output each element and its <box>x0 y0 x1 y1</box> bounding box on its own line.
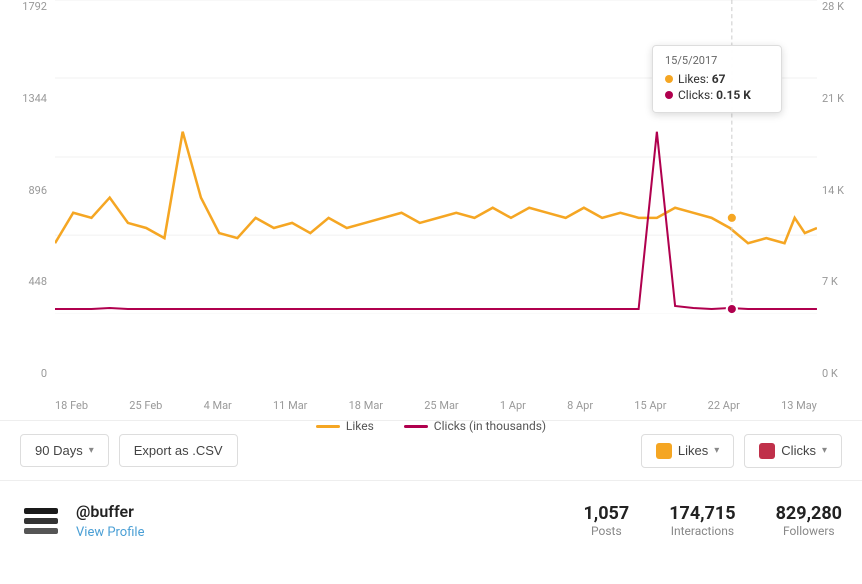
y-left-label-2: 896 <box>28 184 47 197</box>
x-label-7: 8 Apr <box>567 399 593 412</box>
days-filter-label: 90 Days <box>35 443 83 458</box>
likes-color-swatch <box>656 443 672 459</box>
x-label-5: 25 Mar <box>424 399 458 412</box>
x-label-4: 18 Mar <box>349 399 383 412</box>
y-right-label-4: 28 K <box>822 0 844 13</box>
controls-right: Likes ▾ Clicks ▾ <box>641 434 842 468</box>
clicks-chevron-icon: ▾ <box>822 445 827 456</box>
days-filter-button[interactable]: 90 Days ▾ <box>20 434 109 467</box>
chart-legend: Likes Clicks (in thousands) <box>0 414 862 438</box>
chart-container: 0 448 896 1344 1792 0 K 7 K 14 K 21 K 28… <box>0 0 862 420</box>
stat-posts-value: 1,057 <box>583 503 629 524</box>
x-label-6: 1 Apr <box>500 399 526 412</box>
days-chevron-icon: ▾ <box>89 445 94 456</box>
y-right-label-3: 21 K <box>822 92 844 105</box>
clicks-color-swatch <box>759 443 775 459</box>
legend-clicks-label: Clicks (in thousands) <box>434 419 546 433</box>
stat-followers-value: 829,280 <box>776 503 842 524</box>
stat-followers-label: Followers <box>776 524 842 538</box>
stat-interactions-value: 174,715 <box>669 503 735 524</box>
x-label-3: 11 Mar <box>273 399 307 412</box>
likes-filter-button[interactable]: Likes ▾ <box>641 434 734 468</box>
buffer-logo-icon <box>20 500 62 542</box>
y-right-label-0: 0 K <box>822 367 838 380</box>
controls-left: 90 Days ▾ Export as .CSV <box>20 434 631 467</box>
stat-posts-label: Posts <box>583 524 629 538</box>
profile-stats: 1,057 Posts 174,715 Interactions 829,280… <box>583 503 842 538</box>
x-label-1: 25 Feb <box>129 399 162 412</box>
x-label-8: 15 Apr <box>634 399 666 412</box>
y-axis-left: 0 448 896 1344 1792 <box>0 0 55 380</box>
likes-chevron-icon: ▾ <box>714 445 719 456</box>
x-label-10: 13 May <box>781 399 817 412</box>
profile-bar: @buffer View Profile 1,057 Posts 174,715… <box>0 480 862 560</box>
profile-info: @buffer View Profile <box>76 502 583 540</box>
x-label-2: 4 Mar <box>204 399 232 412</box>
y-axis-right: 0 K 7 K 14 K 21 K 28 K <box>817 0 862 380</box>
x-label-9: 22 Apr <box>708 399 740 412</box>
y-right-label-1: 7 K <box>822 275 838 288</box>
legend-clicks: Clicks (in thousands) <box>404 419 546 433</box>
y-left-label-3: 1344 <box>22 92 47 105</box>
stat-posts: 1,057 Posts <box>583 503 629 538</box>
y-left-label-1: 448 <box>28 275 47 288</box>
legend-likes: Likes <box>316 419 374 433</box>
clicks-filter-button[interactable]: Clicks ▾ <box>744 434 842 468</box>
view-profile-link[interactable]: View Profile <box>76 525 144 540</box>
export-csv-label: Export as .CSV <box>134 443 223 458</box>
legend-clicks-color <box>404 425 428 428</box>
profile-name: @buffer <box>76 502 583 521</box>
stat-followers: 829,280 Followers <box>776 503 842 538</box>
y-left-label-4: 1792 <box>22 0 47 13</box>
x-label-0: 18 Feb <box>55 399 88 412</box>
stat-interactions-label: Interactions <box>669 524 735 538</box>
chart-svg <box>55 0 817 314</box>
legend-likes-color <box>316 425 340 428</box>
legend-likes-label: Likes <box>346 419 374 433</box>
stat-interactions: 174,715 Interactions <box>669 503 735 538</box>
export-csv-button[interactable]: Export as .CSV <box>119 434 238 467</box>
y-left-label-0: 0 <box>41 367 47 380</box>
clicks-filter-label: Clicks <box>781 443 816 458</box>
likes-filter-label: Likes <box>678 443 708 458</box>
y-right-label-2: 14 K <box>822 184 844 197</box>
